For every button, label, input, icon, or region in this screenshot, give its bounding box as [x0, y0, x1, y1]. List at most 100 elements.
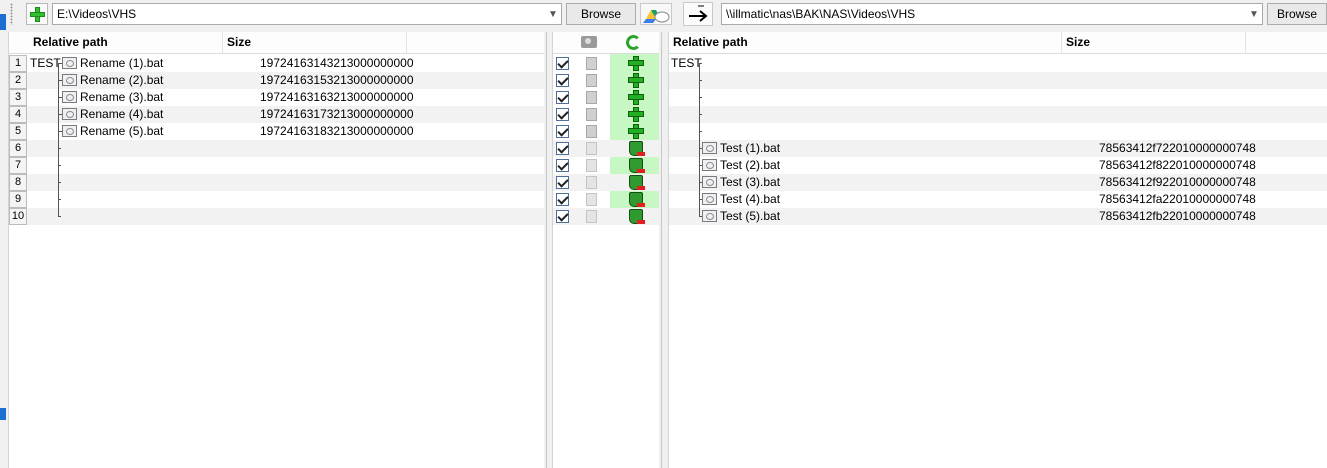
- table-row[interactable]: 9: [9, 191, 544, 208]
- table-row[interactable]: 5 Rename (5).bat 19724163183213000000000: [9, 123, 544, 140]
- left-path-field[interactable]: ▼: [52, 3, 562, 25]
- row-number: 6: [9, 140, 27, 157]
- middle-grid-header: [553, 32, 659, 54]
- chevron-down-icon[interactable]: ▼: [1246, 5, 1262, 23]
- column-relative-path[interactable]: Relative path: [29, 32, 223, 54]
- table-row[interactable]: 10: [9, 208, 544, 225]
- include-checkbox[interactable]: [556, 159, 569, 172]
- table-row[interactable]: 6: [9, 140, 544, 157]
- right-path-field[interactable]: ▼: [721, 3, 1263, 25]
- file-size: 19724163183213000000000: [260, 124, 414, 138]
- file-size: 78563412fa22010000000748: [1099, 192, 1256, 206]
- include-checkbox[interactable]: [556, 74, 569, 87]
- file-icon: [702, 142, 717, 154]
- toolbar-grip[interactable]: [10, 3, 13, 25]
- create-right-icon[interactable]: [628, 124, 644, 139]
- file-icon: [62, 125, 77, 137]
- file-icon: [702, 159, 717, 171]
- right-browse-button[interactable]: Browse: [1267, 3, 1327, 25]
- middle-action-grid[interactable]: [552, 32, 659, 468]
- action-row[interactable]: [553, 123, 659, 140]
- accent-strip: [0, 14, 6, 30]
- include-checkbox[interactable]: [556, 142, 569, 155]
- file-size: 19724163173213000000000: [260, 107, 414, 121]
- table-row[interactable]: Test (3).bat 78563412f922010000000748: [669, 174, 1327, 191]
- table-row[interactable]: Test (5).bat 78563412fb22010000000748: [669, 208, 1327, 225]
- cloud-drive-button[interactable]: [640, 3, 672, 25]
- right-folder-bar: ▼ Browse: [680, 0, 1327, 30]
- file-status-icon: [586, 176, 597, 189]
- column-size[interactable]: Size: [1062, 32, 1246, 54]
- file-name: Test (1).bat: [720, 141, 781, 155]
- right-splitter[interactable]: [659, 32, 668, 468]
- left-browse-button[interactable]: Browse: [566, 3, 636, 25]
- table-row[interactable]: 8: [9, 174, 544, 191]
- table-row[interactable]: [669, 89, 1327, 106]
- file-name: Test (5).bat: [720, 209, 781, 223]
- create-right-icon[interactable]: [628, 90, 644, 105]
- include-checkbox[interactable]: [556, 108, 569, 121]
- row-number: 8: [9, 174, 27, 191]
- swap-sides-button[interactable]: [683, 2, 713, 26]
- action-row[interactable]: [553, 208, 659, 225]
- action-row[interactable]: [553, 191, 659, 208]
- include-checkbox[interactable]: [556, 57, 569, 70]
- action-row[interactable]: [553, 72, 659, 89]
- include-checkbox[interactable]: [556, 193, 569, 206]
- include-checkbox[interactable]: [556, 91, 569, 104]
- file-name: Test (2).bat: [720, 158, 781, 172]
- delete-right-icon[interactable]: [629, 209, 645, 224]
- table-row[interactable]: [669, 123, 1327, 140]
- table-row[interactable]: 3 Rename (3).bat 19724163163213000000000: [9, 89, 544, 106]
- table-row[interactable]: TEST: [669, 55, 1327, 72]
- file-size: 19724163163213000000000: [260, 90, 414, 104]
- left-file-grid[interactable]: Relative path Size 1 TEST Rename (1).bat 19…: [8, 32, 544, 468]
- chevron-down-icon[interactable]: ▼: [545, 5, 561, 23]
- table-row[interactable]: [669, 72, 1327, 89]
- camera-icon[interactable]: [581, 36, 597, 48]
- add-folder-pair-button[interactable]: [26, 3, 48, 25]
- create-right-icon[interactable]: [628, 107, 644, 122]
- file-icon: [62, 108, 77, 120]
- action-row[interactable]: [553, 174, 659, 191]
- delete-right-icon[interactable]: [629, 175, 645, 190]
- table-row[interactable]: 2 Rename (2).bat 19724163153213000000000: [9, 72, 544, 89]
- left-path-input[interactable]: [57, 5, 545, 23]
- sync-icon[interactable]: [626, 35, 641, 50]
- table-row[interactable]: 4 Rename (4).bat 19724163173213000000000: [9, 106, 544, 123]
- table-row[interactable]: Test (4).bat 78563412fa22010000000748: [669, 191, 1327, 208]
- column-size[interactable]: Size: [223, 32, 407, 54]
- create-right-icon[interactable]: [628, 56, 644, 71]
- right-file-grid[interactable]: Relative path Size TEST Test (1).bat 78563…: [668, 32, 1327, 468]
- file-status-icon: [586, 125, 597, 138]
- table-row[interactable]: Test (2).bat 78563412f822010000000748: [669, 157, 1327, 174]
- tree-connector: [58, 63, 59, 216]
- delete-right-icon[interactable]: [629, 141, 645, 156]
- right-path-input[interactable]: [726, 5, 1246, 23]
- delete-right-icon[interactable]: [629, 158, 645, 173]
- cloud-icon: [643, 10, 670, 23]
- action-row[interactable]: [553, 106, 659, 123]
- left-splitter[interactable]: [544, 32, 552, 468]
- include-checkbox[interactable]: [556, 176, 569, 189]
- action-row[interactable]: [553, 89, 659, 106]
- table-row[interactable]: 7: [9, 157, 544, 174]
- file-status-icon: [586, 193, 597, 206]
- row-number: 10: [9, 208, 27, 225]
- action-row[interactable]: [553, 157, 659, 174]
- create-right-icon[interactable]: [628, 73, 644, 88]
- row-number: 2: [9, 72, 27, 89]
- file-size: 78563412f922010000000748: [1099, 175, 1256, 189]
- left-grid-header: Relative path Size: [9, 32, 544, 54]
- file-status-icon: [586, 74, 597, 87]
- action-row[interactable]: [553, 140, 659, 157]
- column-relative-path[interactable]: Relative path: [669, 32, 1062, 54]
- delete-right-icon[interactable]: [629, 192, 645, 207]
- include-checkbox[interactable]: [556, 210, 569, 223]
- table-row[interactable]: Test (1).bat 78563412f722010000000748: [669, 140, 1327, 157]
- table-row[interactable]: 1 TEST Rename (1).bat 197241631432130000000…: [9, 55, 544, 72]
- include-checkbox[interactable]: [556, 125, 569, 138]
- action-row[interactable]: [553, 55, 659, 72]
- row-number: 7: [9, 157, 27, 174]
- table-row[interactable]: [669, 106, 1327, 123]
